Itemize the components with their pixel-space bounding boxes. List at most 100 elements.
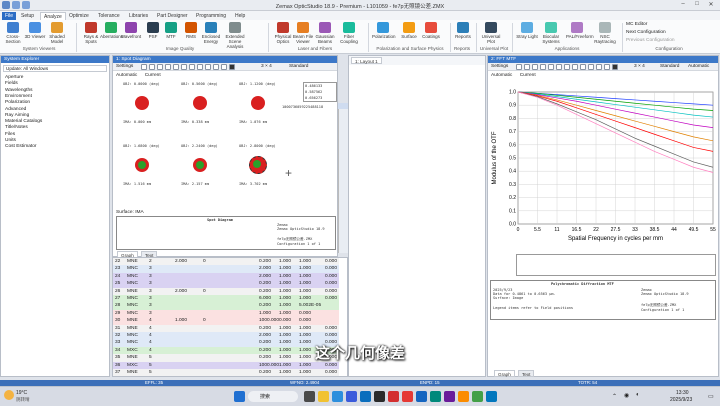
print-icon[interactable]	[524, 64, 530, 70]
lde-cell-t[interactable]: MNC	[127, 296, 138, 301]
lde-cell-e[interactable]: 0.200	[259, 370, 271, 375]
ribbon-button-13[interactable]: Gaussian Beams	[314, 22, 336, 44]
app-icon-dark[interactable]	[374, 391, 385, 402]
lde-cell-e[interactable]: 2.000	[259, 333, 271, 338]
lde-cell-b[interactable]: 2.000	[175, 289, 187, 294]
next-config-button[interactable]: Next Configuration	[626, 30, 666, 35]
lde-cell-n[interactable]: 29	[115, 311, 120, 316]
mtf-settings-button[interactable]: Settings	[491, 64, 508, 69]
lde-cell-g[interactable]: 1.000	[299, 326, 311, 331]
print-icon[interactable]	[149, 64, 155, 70]
text-icon[interactable]	[189, 64, 195, 70]
lde-cell-g[interactable]: 1.000	[299, 363, 311, 368]
lde-cell-e[interactable]: 0.200	[259, 303, 271, 308]
zoom-icon[interactable]	[548, 64, 554, 70]
spot-settings-button[interactable]: Settings	[116, 64, 133, 69]
lde-cell-e[interactable]: 1.000	[259, 311, 271, 316]
lde-cell-g[interactable]: 0.000	[299, 318, 311, 323]
search-box[interactable]: 搜索	[248, 391, 298, 402]
lde-cell-h[interactable]: 0.000	[325, 333, 337, 338]
edge-icon[interactable]	[332, 391, 343, 402]
ribbon-button-22[interactable]: PAL/Freeform	[566, 22, 594, 44]
select-icon[interactable]	[604, 64, 610, 70]
lde-cell-f[interactable]: 1.000	[279, 274, 291, 279]
lde-cell-h[interactable]: 0.000	[325, 281, 337, 286]
lde-cell-g[interactable]: 1.000	[299, 259, 311, 264]
lde-cell-n[interactable]: 28	[115, 303, 120, 308]
spot-current-dropdown[interactable]: Current	[145, 73, 161, 78]
lde-cell-g[interactable]: 5.002E-05	[299, 303, 321, 308]
lde-cell-g[interactable]: 1.000	[299, 333, 311, 338]
explorer-item-5[interactable]: Advanced	[5, 107, 26, 112]
lde-cell-t[interactable]: MNE	[127, 370, 138, 375]
lde-cell-t[interactable]: MXC	[127, 363, 138, 368]
lde-cell-t[interactable]: MNC	[127, 303, 138, 308]
lde-cell-e[interactable]: 0.200	[259, 326, 271, 331]
lde-cell-g[interactable]: 0.000	[299, 311, 311, 316]
lde-cell-e[interactable]: 0.200	[259, 259, 271, 264]
minimize-button[interactable]: –	[676, 1, 690, 10]
lde-cell-t[interactable]: MNE	[127, 318, 138, 323]
ribbon-button-18[interactable]: Reports	[452, 22, 474, 44]
pan-icon[interactable]	[181, 64, 187, 70]
lde-cell-f[interactable]: 1.000	[279, 266, 291, 271]
tab-libraries[interactable]: Libraries	[126, 12, 151, 20]
lde-cell-f[interactable]: 1.000	[279, 370, 291, 375]
table-row[interactable]: 37 MNE 5 0.200 1.000 1.000 0.000	[113, 369, 339, 376]
tab-tolerance[interactable]: Tolerance	[95, 12, 123, 20]
lde-cell-g[interactable]: 1.000	[299, 370, 311, 375]
ribbon-button-21[interactable]: Biocular Systems	[540, 22, 562, 44]
lde-cell-c[interactable]: 0	[203, 289, 206, 294]
lde-cell-f[interactable]: 1.000	[279, 303, 291, 308]
explorer-item-6[interactable]: Ray Aiming	[5, 113, 29, 118]
notification-icon[interactable]: ▭	[708, 393, 714, 400]
lde-cell-h[interactable]: 0.000	[325, 289, 337, 294]
lde-cell-f[interactable]: 1.000	[279, 296, 291, 301]
lde-cell-f[interactable]: 0.000	[279, 318, 291, 323]
ellipse-icon[interactable]	[213, 64, 219, 70]
ribbon-button-14[interactable]: Fiber Coupling	[338, 22, 360, 44]
lde-cell-a[interactable]: 3	[149, 281, 152, 286]
lde-cell-n[interactable]: 27	[115, 296, 120, 301]
lde-cell-t[interactable]: MNC	[127, 311, 138, 316]
lde-cell-n[interactable]: 31	[115, 326, 120, 331]
lde-cell-g[interactable]: 1.000	[299, 274, 311, 279]
lde-cell-t[interactable]: MNE	[127, 259, 138, 264]
lde-cell-g[interactable]: 1.000	[299, 289, 311, 294]
copy-icon[interactable]	[157, 64, 163, 70]
lde-cell-n[interactable]: 25	[115, 281, 120, 286]
ribbon-button-1[interactable]: 3D Viewer	[24, 22, 46, 44]
arrow-icon[interactable]	[221, 64, 227, 70]
rect-icon[interactable]	[580, 64, 586, 70]
app-icon-teal[interactable]	[430, 391, 441, 402]
lde-cell-e[interactable]: 2.000	[259, 274, 271, 279]
lde-cell-f[interactable]: 1.000	[279, 333, 291, 338]
lde-cell-b[interactable]: 2.000	[175, 259, 187, 264]
task-view-icon[interactable]	[304, 391, 315, 402]
tab-file[interactable]: File	[2, 12, 17, 20]
lde-cell-h[interactable]: 0.000	[325, 266, 337, 271]
spot-auto-dropdown[interactable]: Automatic	[116, 73, 137, 78]
ribbon-button-10[interactable]: Extended Scene Analysis	[224, 22, 246, 49]
lde-cell-a[interactable]: 4	[149, 326, 152, 331]
grid-icon[interactable]	[229, 64, 235, 70]
lde-cell-n[interactable]: 32	[115, 333, 120, 338]
tab-help[interactable]: Help	[232, 12, 248, 20]
ribbon-button-16[interactable]: Surface	[398, 22, 420, 44]
explorer-item-8[interactable]: Title/Notes	[5, 125, 28, 130]
zoom-icon[interactable]	[173, 64, 179, 70]
lde-cell-n[interactable]: 23	[115, 266, 120, 271]
ribbon-button-0[interactable]: Cross-Section	[2, 22, 24, 44]
app-icon-purple[interactable]	[444, 391, 455, 402]
lde-cell-n[interactable]: 22	[115, 259, 120, 264]
lde-cell-t[interactable]: MNC	[127, 274, 138, 279]
explorer-item-4[interactable]: Polarization	[5, 100, 30, 105]
lde-cell-c[interactable]: 0	[203, 318, 206, 323]
zemax-icon[interactable]	[416, 391, 427, 402]
lde-cell-g[interactable]: 1.000	[299, 296, 311, 301]
store-icon[interactable]	[346, 391, 357, 402]
mtf-tab-graph[interactable]: Graph	[494, 370, 515, 377]
explorer-item-0[interactable]: Aperture	[5, 75, 23, 80]
lde-cell-a[interactable]: 3	[149, 289, 152, 294]
lde-cell-a[interactable]: 3	[149, 303, 152, 308]
